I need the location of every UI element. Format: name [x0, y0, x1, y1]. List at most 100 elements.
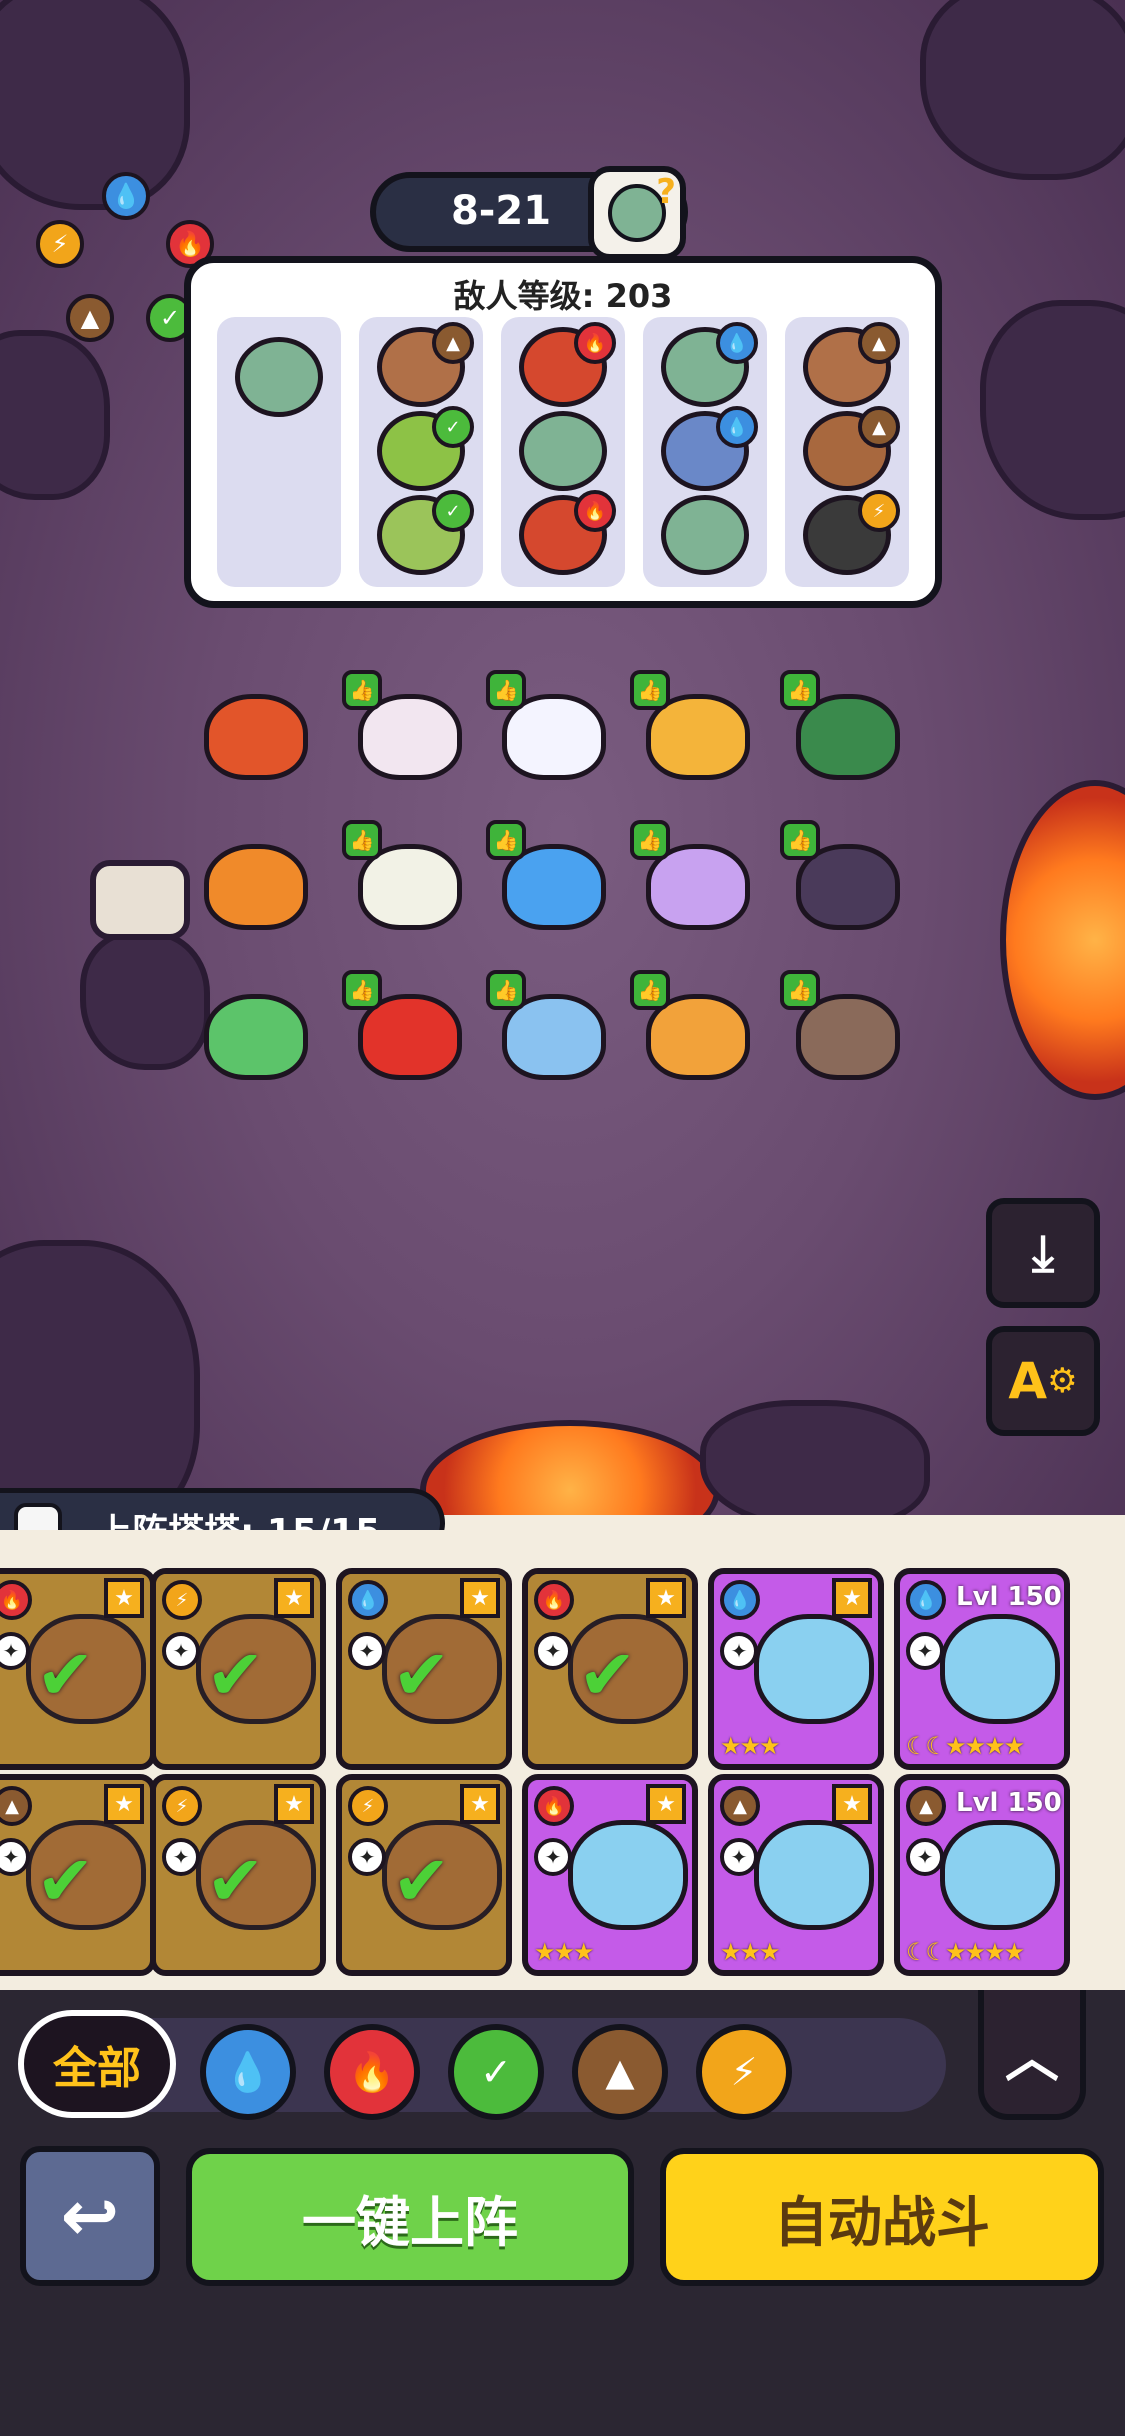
unit-card[interactable]: 🔥 ★ ✦ ★★★ — [522, 1774, 698, 1976]
auto-battle-button[interactable]: 自动战斗 — [660, 2148, 1104, 2286]
thumbs-up-icon: 👍 — [486, 970, 526, 1010]
earth-icon: ▲ — [605, 2050, 635, 2094]
role-icon: ✦ — [906, 1838, 944, 1876]
fire-icon: 🔥 — [534, 1786, 574, 1826]
role-icon: ✦ — [906, 1632, 944, 1670]
role-icon: ✦ — [720, 1838, 758, 1876]
formation-unit[interactable]: 👍 — [342, 970, 470, 1088]
water-icon: 💧 — [720, 1580, 760, 1620]
unit-card[interactable]: 💧 ✦ Lvl 150 ☾☾★★★★ — [894, 1568, 1070, 1770]
earth-icon: ▲ — [906, 1786, 946, 1826]
formation-unit[interactable]: 👍 — [342, 670, 470, 788]
thumbs-up-icon: 👍 — [780, 970, 820, 1010]
auto-settings-button[interactable]: A ⚙ — [986, 1326, 1100, 1436]
check-icon: ✔ — [206, 1840, 265, 1922]
star-badge-icon: ★ — [646, 1784, 686, 1824]
formation-unit[interactable]: 👍 — [780, 670, 908, 788]
auto-settings-label: A — [1008, 1352, 1048, 1410]
role-icon: ✦ — [348, 1632, 386, 1670]
download-icon: ⤓ — [1031, 1223, 1055, 1282]
water-icon: 💧 — [906, 1580, 946, 1620]
filter-thunder-button[interactable]: ⚡ — [696, 2024, 792, 2120]
formation-grid: 👍 👍 👍 👍 👍 👍 👍 👍 👍 👍 👍 👍 — [0, 0, 1125, 1515]
card-stars: ★★★ — [720, 1732, 781, 1760]
check-icon: ✔ — [392, 1634, 451, 1716]
formation-unit[interactable] — [196, 676, 316, 788]
star-badge-icon: ★ — [460, 1784, 500, 1824]
star-badge-icon: ★ — [646, 1578, 686, 1618]
filter-fire-button[interactable]: 🔥 — [324, 2024, 420, 2120]
formation-unit[interactable]: 👍 — [486, 670, 614, 788]
fire-icon: 🔥 — [348, 2049, 396, 2094]
role-icon: ✦ — [534, 1632, 572, 1670]
role-icon: ✦ — [720, 1632, 758, 1670]
thumbs-up-icon: 👍 — [630, 820, 670, 860]
unit-card[interactable]: ▲ ★ ✦ ★★★ — [708, 1774, 884, 1976]
check-icon: ✔ — [36, 1634, 95, 1716]
card-stars: ☾☾★★★★ — [906, 1732, 1025, 1760]
formation-unit[interactable]: 👍 — [780, 970, 908, 1088]
thumbs-up-icon: 👍 — [780, 820, 820, 860]
thumbs-up-icon: 👍 — [486, 820, 526, 860]
chevron-up-icon: ︿ — [1005, 2025, 1059, 2089]
unit-sprite — [204, 694, 308, 780]
thunder-icon: ⚡ — [162, 1786, 202, 1826]
thumbs-up-icon: 👍 — [486, 670, 526, 710]
unit-card[interactable]: ▲ ✦ Lvl 150 ☾☾★★★★ — [894, 1774, 1070, 1976]
thumbs-up-icon: 👍 — [630, 670, 670, 710]
card-stars: ★★★ — [720, 1938, 781, 1966]
card-stars: ☾☾★★★★ — [906, 1938, 1025, 1966]
card-level: Lvl 150 — [956, 1788, 1062, 1818]
star-badge-icon: ★ — [104, 1784, 144, 1824]
formation-unit[interactable]: 👍 — [630, 970, 758, 1088]
formation-unit[interactable]: 👍 — [780, 820, 908, 938]
role-icon: ✦ — [0, 1838, 30, 1876]
role-icon: ✦ — [534, 1838, 572, 1876]
thumbs-up-icon: 👍 — [342, 670, 382, 710]
check-icon: ✔ — [578, 1634, 637, 1716]
unit-portrait — [754, 1820, 874, 1930]
formation-unit[interactable]: 👍 — [630, 670, 758, 788]
card-stars: ★★★ — [534, 1938, 595, 1966]
unit-card[interactable]: ⚡ ★ ✦ ✔ — [150, 1774, 326, 1976]
unit-card[interactable]: 💧 ★ ✦ ✔ — [336, 1568, 512, 1770]
formation-unit[interactable]: 👍 — [630, 820, 758, 938]
unit-portrait — [940, 1820, 1060, 1930]
back-button[interactable]: ↩ — [20, 2146, 160, 2286]
unit-card[interactable]: ⚡ ★ ✦ ✔ — [150, 1568, 326, 1770]
filter-grass-button[interactable]: ✓ — [448, 2024, 544, 2120]
filter-earth-button[interactable]: ▲ — [572, 2024, 668, 2120]
unit-portrait — [940, 1614, 1060, 1724]
unit-card[interactable]: ⚡ ★ ✦ ✔ — [336, 1774, 512, 1976]
check-icon: ✔ — [392, 1840, 451, 1922]
earth-icon: ▲ — [720, 1786, 760, 1826]
unit-cards: 🔥 ★ ✦ ✔ ⚡ ★ ✦ ✔ 💧 ★ ✦ ✔ 🔥 ★ ✦ ✔ 💧 ★ ✦ ★★★ 💧 ✦ Lvl 150 ☾☾★★★★ ▲ ★ ✦… — [0, 1530, 1125, 1990]
unit-card[interactable]: ▲ ★ ✦ ✔ — [0, 1774, 156, 1976]
unit-card[interactable]: 🔥 ★ ✦ ✔ — [522, 1568, 698, 1770]
filter-all-button[interactable]: 全部 — [18, 2010, 176, 2118]
action-bar: ↩ 一键上阵 自动战斗 — [0, 2146, 1125, 2436]
unit-card[interactable]: 🔥 ★ ✦ ✔ — [0, 1568, 156, 1770]
return-arrow-icon: ↩ — [60, 2175, 120, 2257]
star-badge-icon: ★ — [832, 1578, 872, 1618]
formation-unit[interactable] — [196, 976, 316, 1088]
star-badge-icon: ★ — [832, 1784, 872, 1824]
role-icon: ✦ — [162, 1838, 200, 1876]
one-click-deploy-button[interactable]: 一键上阵 — [186, 2148, 634, 2286]
download-button[interactable]: ⤓ — [986, 1198, 1100, 1308]
thumbs-up-icon: 👍 — [342, 970, 382, 1010]
formation-unit[interactable] — [196, 826, 316, 938]
filter-water-button[interactable]: 💧 — [200, 2024, 296, 2120]
check-icon: ✔ — [36, 1840, 95, 1922]
role-icon: ✦ — [0, 1632, 30, 1670]
thunder-icon: ⚡ — [348, 1786, 388, 1826]
unit-card[interactable]: 💧 ★ ✦ ★★★ — [708, 1568, 884, 1770]
formation-unit[interactable]: 👍 — [486, 820, 614, 938]
formation-unit[interactable]: 👍 — [342, 820, 470, 938]
formation-unit[interactable]: 👍 — [486, 970, 614, 1088]
earth-icon: ▲ — [0, 1786, 32, 1826]
gear-icon: ⚙ — [1047, 1361, 1078, 1401]
collapse-button[interactable]: ︿ — [978, 1990, 1086, 2120]
star-badge-icon: ★ — [460, 1578, 500, 1618]
water-icon: 💧 — [348, 1580, 388, 1620]
